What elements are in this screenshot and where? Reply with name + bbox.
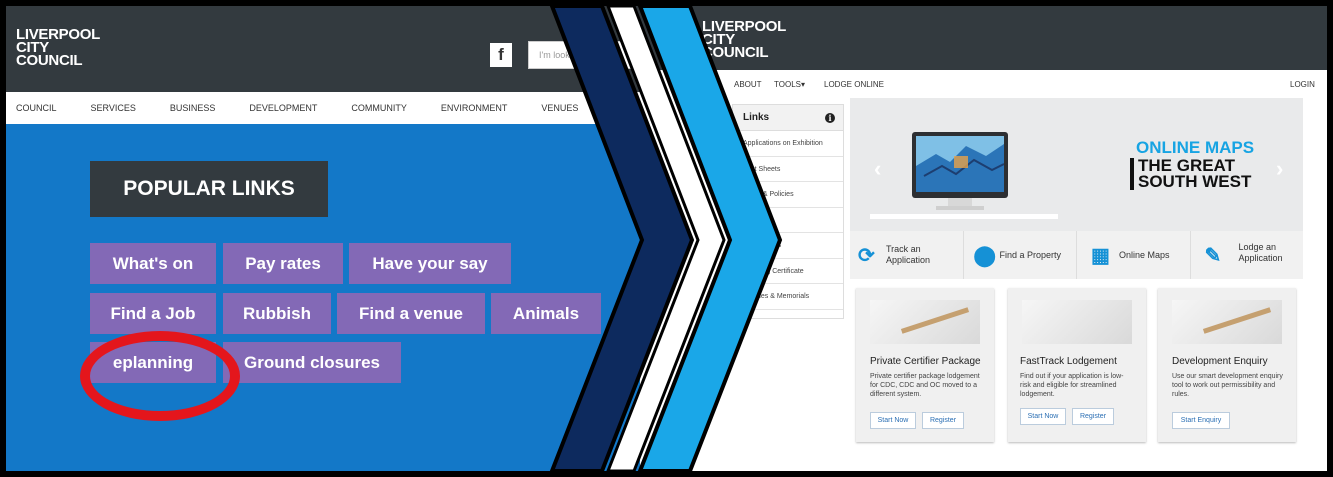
screenshot-frame: LIVERPOOL CITY COUNCIL f I'm looking COU… (0, 0, 1333, 477)
transition-arrows (549, 3, 783, 473)
